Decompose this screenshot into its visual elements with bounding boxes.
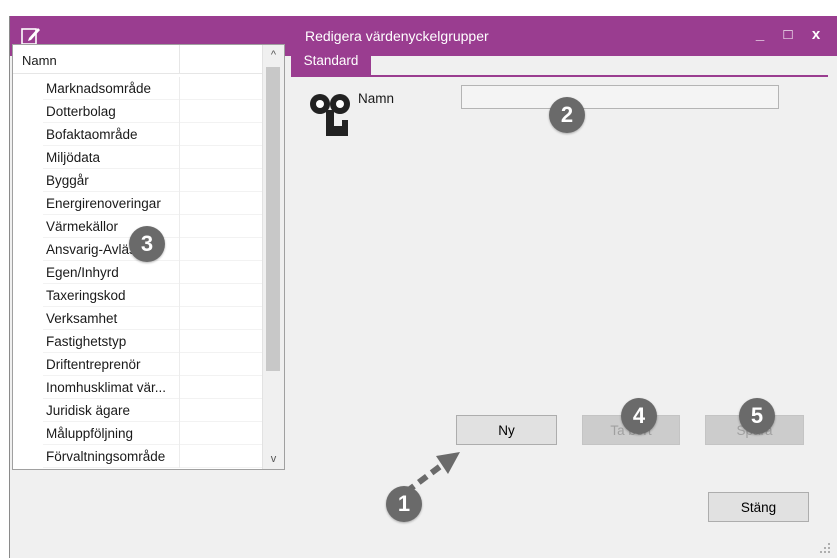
list-item[interactable]: Fastighetstyp	[13, 330, 263, 353]
list-item[interactable]: Taxeringskod	[13, 284, 263, 307]
key-icon	[310, 94, 350, 136]
list-item[interactable]: Juridisk ägare	[13, 399, 263, 422]
name-input[interactable]	[461, 85, 779, 109]
list-item[interactable]: Förvaltningsområde	[13, 445, 263, 468]
list-item[interactable]: Marknadsområde	[13, 77, 263, 100]
list-header-name: Namn	[22, 53, 57, 68]
list-item[interactable]: Bofaktaområde	[13, 123, 263, 146]
callout-5: 5	[739, 398, 775, 434]
tab-strip: Standard	[291, 44, 828, 77]
callout-3: 3	[129, 226, 165, 262]
list-item[interactable]: Inomhusklimat vär...	[13, 376, 263, 399]
close-button[interactable]: Stäng	[708, 492, 809, 522]
list-header[interactable]: Namn	[13, 45, 263, 74]
list-item[interactable]: Dotterbolag	[13, 100, 263, 123]
list-item[interactable]: Energirenoveringar	[13, 192, 263, 215]
scroll-up-icon[interactable]: ^	[263, 45, 284, 65]
window-title: Redigera värdenyckelgrupper	[305, 28, 489, 44]
callout-2: 2	[549, 97, 585, 133]
list-item[interactable]: Egen/Inhyrd	[13, 261, 263, 284]
minimize-button[interactable]: _	[752, 26, 768, 44]
window-controls: _ □ x	[752, 26, 824, 44]
maximize-button[interactable]: □	[780, 26, 796, 44]
list-item[interactable]: Byggår	[13, 169, 263, 192]
list-scrollbar[interactable]: ^ v	[262, 45, 284, 469]
scroll-thumb[interactable]	[266, 67, 280, 371]
list-item[interactable]: Driftentreprenör	[13, 353, 263, 376]
tab-standard[interactable]: Standard	[291, 44, 371, 75]
column-divider	[179, 45, 180, 73]
callout-4: 4	[621, 398, 657, 434]
scroll-down-icon[interactable]: v	[263, 449, 284, 469]
list-items: Marknadsområde Dotterbolag Bofaktaområde Mi…	[13, 77, 263, 468]
resize-grip-icon[interactable]	[819, 542, 831, 554]
list-item[interactable]: Verksamhet	[13, 307, 263, 330]
list-item[interactable]: Miljödata	[13, 146, 263, 169]
list-item[interactable]: Måluppföljning	[13, 422, 263, 445]
close-window-button[interactable]: x	[808, 26, 824, 44]
name-label: Namn	[358, 91, 395, 106]
callout-1: 1	[386, 486, 422, 522]
